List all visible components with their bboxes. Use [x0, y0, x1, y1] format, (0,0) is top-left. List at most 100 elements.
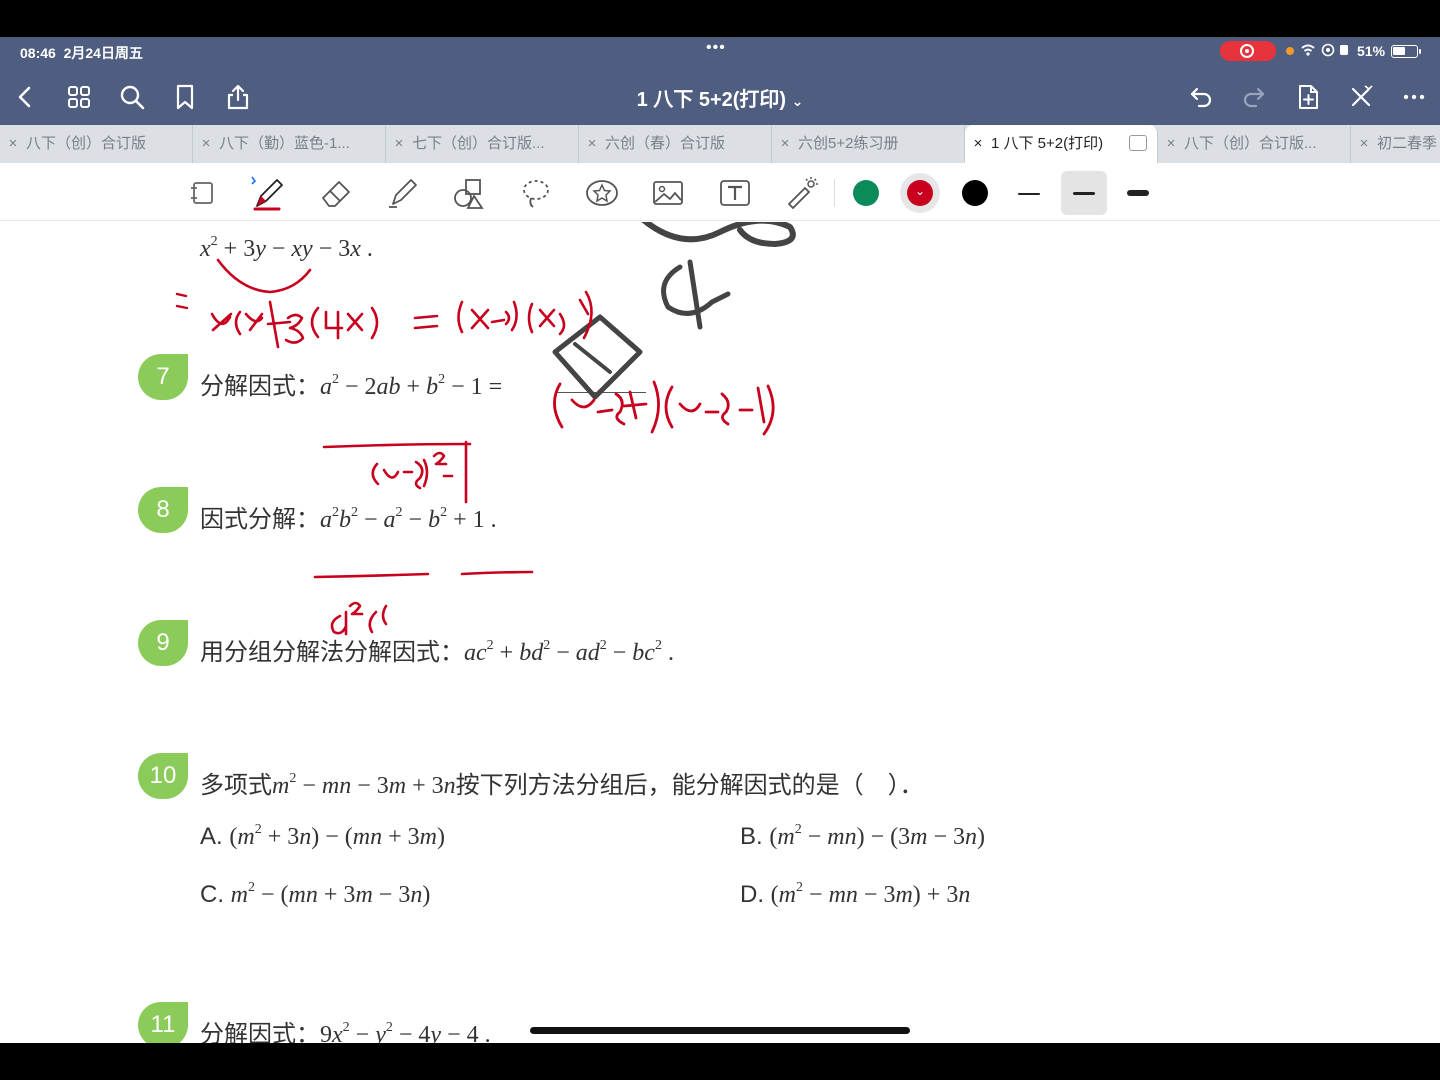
more-icon[interactable]: [1396, 79, 1432, 115]
ink-answer-q7-b: [664, 384, 775, 436]
option-d[interactable]: D. (m2 − mn − 3m) + 3n: [740, 881, 970, 909]
ink-underline-q7: [322, 442, 472, 449]
ink-gray-letter: [661, 259, 731, 330]
scroll-indicator[interactable]: [530, 1027, 910, 1034]
question-8-text: 因式分解：a2b2 − a2 − b2 + 1 .: [200, 505, 497, 534]
highlighter-tool-icon[interactable]: [380, 171, 424, 215]
battery-percent: 51%: [1357, 43, 1386, 59]
redo-icon[interactable]: [1236, 79, 1272, 115]
ink-digit-3: [284, 313, 305, 344]
chevron-down-icon: ⌄: [791, 93, 804, 109]
question-number-10: 10: [138, 753, 188, 799]
battery-icon: [1391, 45, 1421, 58]
tab-2[interactable]: × 七下（创）合订版...: [386, 125, 579, 163]
screen-recording-indicator[interactable]: [1220, 41, 1276, 61]
back-icon[interactable]: [8, 79, 44, 115]
ink-underline-q6: [216, 258, 312, 294]
ink-x: [210, 312, 233, 332]
ink-gray-shape: [552, 314, 643, 400]
ink-gray-line: [573, 342, 612, 374]
bookmark-icon[interactable]: [167, 79, 203, 115]
document-page[interactable]: x2 + 3y − xy − 3x . 7 分解因式：a2 − 2ab + b2…: [0, 222, 1440, 1043]
tab-0[interactable]: × 八下（创）合订版: [0, 125, 193, 163]
document-title[interactable]: 1 八下 5+2(打印) ⌄: [560, 83, 880, 112]
wifi-icon: [1300, 42, 1352, 61]
ink-work-q7-a: [371, 458, 429, 490]
ink-factor-3: [457, 300, 518, 334]
image-tool-icon[interactable]: [646, 171, 690, 215]
add-page-icon[interactable]: [1290, 79, 1326, 115]
question-11-text: 分解因式：9x2 − y2 − 4y − 4 .: [200, 1020, 491, 1044]
lasso-tool-icon[interactable]: [514, 171, 558, 215]
ink-factor-4: [527, 290, 593, 340]
toolbar-divider: [834, 179, 835, 207]
tab-6[interactable]: × 八下（创）合订版...: [1158, 125, 1351, 163]
stroke-medium[interactable]: [1073, 192, 1095, 195]
color-swatch-black[interactable]: [962, 180, 988, 206]
mic-indicator-dot: [1286, 47, 1294, 55]
close-icon[interactable]: ×: [193, 125, 219, 163]
color-swatch-green[interactable]: [853, 180, 879, 206]
close-icon[interactable]: ×: [1351, 125, 1377, 163]
status-bar: 08:46 2月24日周五 ••• 51%: [0, 37, 1440, 65]
read-mode-icon[interactable]: [182, 171, 226, 215]
stroke-thin[interactable]: [1018, 193, 1040, 195]
tab-5-active[interactable]: × 1 八下 5+2(打印): [965, 125, 1158, 163]
ink-work-q8: [330, 601, 388, 636]
ink-underline-q8-b: [460, 570, 534, 576]
shape-tool-icon[interactable]: [447, 171, 491, 215]
close-icon[interactable]: ×: [579, 125, 605, 163]
tab-strip: × 八下（创）合订版 × 八下（勤）蓝色-1... × 七下（创）合订版... × 六创…: [0, 125, 1440, 163]
close-icon[interactable]: ×: [0, 125, 26, 163]
question-number-11: 11: [138, 1002, 188, 1043]
collapse-icon[interactable]: [1343, 79, 1379, 115]
search-icon[interactable]: [114, 79, 150, 115]
question-number-8: 8: [138, 487, 188, 533]
ipad-screen: 08:46 2月24日周五 ••• 51% 1 八下 5+2(打印) ⌄ × 八…: [0, 37, 1440, 1043]
stroke-thick[interactable]: [1127, 190, 1149, 196]
option-c[interactable]: C. m2 − (mn + 3m − 3n): [200, 881, 430, 909]
eraser-tool-icon[interactable]: [314, 171, 358, 215]
ink-answer-q7-a: [553, 380, 660, 434]
answer-blank: [556, 392, 646, 393]
multitask-dots-icon[interactable]: •••: [706, 39, 726, 57]
sticker-tool-icon[interactable]: [580, 171, 624, 215]
question-9-text: 用分组分解法分解因式：ac2 + bd2 − ad2 − bc2 .: [200, 638, 674, 667]
ink-equals: [175, 292, 189, 310]
ink-gray-stroke-top: [641, 222, 796, 247]
laser-pointer-icon[interactable]: [780, 171, 824, 215]
ink-equals-2: [413, 314, 439, 330]
option-b[interactable]: B. (m2 − mn) − (3m − 3n): [740, 823, 985, 851]
status-time: 08:46 2月24日周五: [20, 45, 143, 61]
tab-4[interactable]: × 六创5+2练习册: [772, 125, 965, 163]
ink-factor-1: [234, 300, 292, 349]
bottom-letterbox: [0, 1043, 1440, 1080]
question-number-7: 7: [138, 354, 188, 400]
close-icon[interactable]: ×: [772, 125, 798, 163]
ink-factor-2: [310, 306, 379, 340]
tab-3[interactable]: × 六创（春）合订版: [579, 125, 772, 163]
color-swatch-red[interactable]: ⌄: [907, 180, 933, 206]
option-a[interactable]: A. (m2 + 3n) − (mn + 3m): [200, 823, 445, 851]
share-icon[interactable]: [220, 79, 256, 115]
expression-q6: x2 + 3y − xy − 3x .: [200, 234, 373, 263]
pen-tool-icon[interactable]: [246, 171, 290, 215]
close-icon[interactable]: ×: [1158, 125, 1184, 163]
question-10-text: 多项式m2 − mn − 3m + 3n按下列方法分组后，能分解因式的是（ ）．: [200, 771, 924, 800]
split-view-icon[interactable]: [1129, 135, 1147, 151]
question-7-text: 分解因式：a2 − 2ab + b2 − 1 =: [200, 372, 503, 401]
app-header: 08:46 2月24日周五 ••• 51% 1 八下 5+2(打印) ⌄: [0, 37, 1440, 125]
chevron-down-icon: ⌄: [914, 184, 926, 198]
ink-underline-q8-a: [313, 572, 430, 579]
top-letterbox: [0, 0, 1440, 37]
close-icon[interactable]: ×: [965, 125, 991, 163]
grid-icon[interactable]: [61, 79, 97, 115]
tab-7[interactable]: × 初二春季: [1351, 125, 1440, 163]
text-tool-icon[interactable]: [713, 171, 757, 215]
tab-1[interactable]: × 八下（勤）蓝色-1...: [193, 125, 386, 163]
undo-icon[interactable]: [1183, 79, 1219, 115]
question-number-9: 9: [138, 620, 188, 666]
drawing-toolbar: ⌄: [0, 163, 1440, 221]
close-icon[interactable]: ×: [386, 125, 412, 163]
ink-work-q7-b: [432, 440, 468, 504]
